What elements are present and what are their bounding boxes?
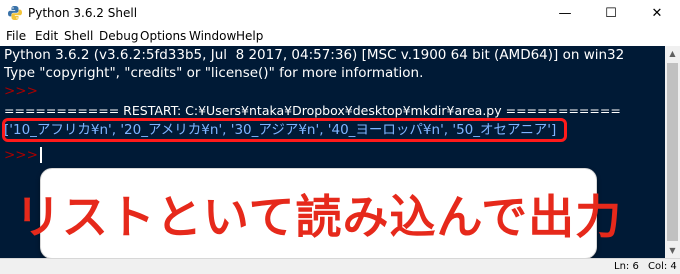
close-icon: ✕ bbox=[651, 5, 663, 21]
title-bar: Python 3.6.2 Shell — ☐ ✕ bbox=[0, 0, 680, 26]
scrollbar-thumb[interactable] bbox=[667, 63, 678, 241]
window-title: Python 3.6.2 Shell bbox=[28, 6, 138, 20]
menu-window[interactable]: Window bbox=[189, 28, 236, 44]
close-button[interactable]: ✕ bbox=[634, 0, 680, 26]
banner-line: Python 3.6.2 (v3.6.2:5fd33b5, Jul 8 2017… bbox=[4, 47, 625, 63]
status-bar: Ln: 6 Col: 4 bbox=[0, 258, 680, 274]
column-number: Col: 4 bbox=[648, 261, 677, 272]
maximize-button[interactable]: ☐ bbox=[588, 0, 634, 26]
shell-prompt-current: >>> bbox=[4, 147, 38, 163]
vertical-scrollbar[interactable]: ▲ ▼ bbox=[665, 46, 680, 258]
scroll-down-arrow-icon[interactable]: ▼ bbox=[665, 243, 680, 258]
menu-help[interactable]: Help bbox=[236, 28, 263, 44]
minimize-button[interactable]: — bbox=[542, 0, 588, 26]
python-app-icon bbox=[8, 6, 22, 20]
menu-options[interactable]: Options bbox=[140, 28, 186, 44]
minimize-icon: — bbox=[558, 5, 572, 21]
menu-bar: File Edit Shell Debug Options Window Hel… bbox=[0, 26, 680, 46]
shell-text-area[interactable]: Python 3.6.2 (v3.6.2:5fd33b5, Jul 8 2017… bbox=[0, 46, 665, 258]
shell-prompt: >>> bbox=[4, 83, 38, 99]
line-number: Ln: 6 bbox=[614, 261, 639, 272]
annotation-callout: リストといて読み込んで出力 bbox=[15, 168, 621, 258]
menu-shell[interactable]: Shell bbox=[64, 28, 93, 44]
info-line: Type "copyright", "credits" or "license(… bbox=[4, 65, 424, 81]
text-cursor bbox=[40, 147, 42, 163]
output-highlight-box bbox=[2, 118, 567, 142]
menu-debug[interactable]: Debug bbox=[99, 28, 138, 44]
maximize-icon: ☐ bbox=[605, 5, 617, 21]
callout-text: リストといて読み込んで出力 bbox=[14, 189, 623, 244]
menu-edit[interactable]: Edit bbox=[35, 28, 58, 44]
scroll-up-arrow-icon[interactable]: ▲ bbox=[665, 46, 680, 61]
menu-file[interactable]: File bbox=[6, 28, 26, 44]
